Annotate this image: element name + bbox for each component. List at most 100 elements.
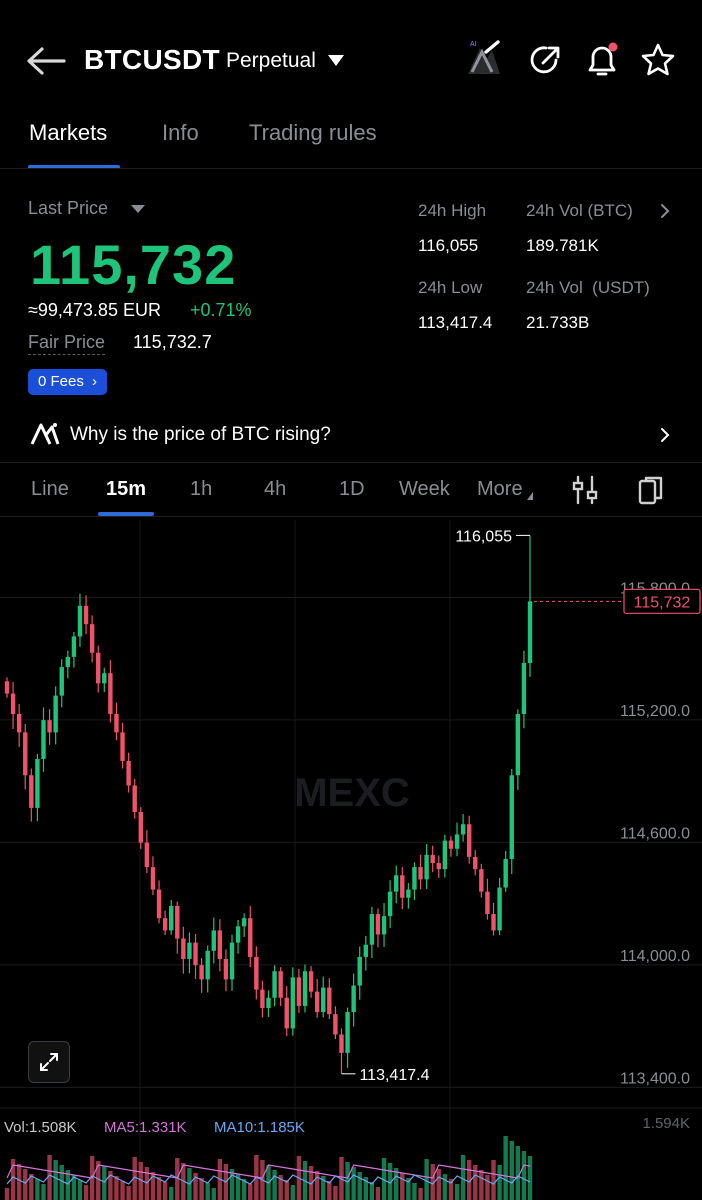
volume-bar xyxy=(59,1165,64,1200)
fees-label: 0 Fees xyxy=(38,373,84,390)
volume-bar xyxy=(120,1181,125,1200)
high-marker-label: 116,055 xyxy=(455,528,512,545)
interval-15m[interactable]: 15m xyxy=(106,478,146,501)
header: BTCUSDT Perpetual AI xyxy=(0,0,702,110)
candle xyxy=(375,914,381,935)
volume-bar xyxy=(205,1183,210,1200)
tab-trading-rules[interactable]: Trading rules xyxy=(249,120,377,146)
volume-bar xyxy=(96,1161,101,1200)
chevron-down-icon[interactable] xyxy=(328,55,344,66)
candle xyxy=(357,956,362,986)
chevron-right-icon[interactable] xyxy=(658,202,672,220)
candlestick-chart[interactable]: 115,800.0115,200.0114,600.0114,000.0113,… xyxy=(0,516,702,1200)
candle xyxy=(351,985,356,1013)
pair-title[interactable]: BTCUSDT xyxy=(84,44,220,76)
notification-bell-icon[interactable] xyxy=(582,40,622,80)
chevron-right-icon: › xyxy=(92,373,98,390)
insight-text: Why is the price of BTC rising? xyxy=(70,424,331,445)
ma10-label: MA10:1.185K xyxy=(214,1119,305,1136)
candle xyxy=(175,905,180,939)
candle xyxy=(223,958,229,980)
interval-more[interactable]: More xyxy=(477,478,523,501)
candle xyxy=(290,977,296,1029)
candle xyxy=(71,636,77,657)
candle xyxy=(96,652,101,684)
candle xyxy=(430,854,435,864)
volume-bar xyxy=(126,1186,131,1200)
candle xyxy=(394,875,399,892)
interval-line[interactable]: Line xyxy=(31,478,69,501)
y-tick-label: 114,000.0 xyxy=(620,948,690,965)
volume-bar xyxy=(442,1174,448,1200)
tab-info[interactable]: Info xyxy=(162,120,199,146)
candle xyxy=(448,840,454,849)
interval-week[interactable]: Week xyxy=(399,478,450,501)
back-arrow-icon[interactable] xyxy=(24,44,66,78)
volume-bar xyxy=(314,1171,320,1200)
contract-type[interactable]: Perpetual xyxy=(226,49,316,73)
volume-bar xyxy=(41,1184,46,1200)
orientation-toggle-icon[interactable] xyxy=(636,474,666,506)
candle xyxy=(132,785,137,812)
candle xyxy=(162,918,168,931)
volume-bar xyxy=(16,1164,22,1200)
volume-bar xyxy=(491,1160,496,1200)
candle xyxy=(345,1012,350,1053)
price-change: +0.71% xyxy=(190,300,252,320)
zero-fees-button[interactable]: 0 Fees › xyxy=(28,369,108,395)
volume-bar xyxy=(351,1167,356,1200)
candle xyxy=(333,1014,338,1035)
candle xyxy=(479,869,484,892)
volume-bar xyxy=(83,1185,89,1200)
price-insight-banner[interactable]: Why is the price of BTC rising? xyxy=(0,412,702,458)
candle xyxy=(4,681,10,694)
volume-bar xyxy=(357,1172,362,1200)
ai-assistant-icon[interactable]: AI xyxy=(462,38,504,80)
candle xyxy=(272,971,277,998)
candle xyxy=(314,991,320,1013)
candle xyxy=(248,918,253,957)
expand-chart-button[interactable] xyxy=(28,1041,70,1083)
candle xyxy=(53,695,58,733)
chevron-right-icon xyxy=(661,428,670,442)
y-tick-label: 115,200.0 xyxy=(620,703,690,720)
share-icon[interactable] xyxy=(526,40,566,80)
fair-price-label[interactable]: Fair Price xyxy=(28,332,106,355)
expand-icon xyxy=(40,1053,58,1071)
fair-price-value: 115,732.7 xyxy=(133,332,212,352)
indicator-settings-icon[interactable] xyxy=(570,474,600,506)
interval-1h[interactable]: 1h xyxy=(190,478,212,501)
candle xyxy=(114,714,119,733)
interval-4h[interactable]: 4h xyxy=(264,478,286,501)
tab-markets[interactable]: Markets xyxy=(29,120,107,146)
volume-bar xyxy=(424,1159,429,1200)
candle xyxy=(102,673,107,684)
candle xyxy=(29,775,34,808)
candle xyxy=(491,914,496,931)
volume-bar xyxy=(436,1169,441,1200)
volume-bar xyxy=(333,1186,338,1200)
24h-vol-usdt-value: 21.733B xyxy=(526,313,590,332)
svg-text:AI: AI xyxy=(470,41,477,48)
favorite-star-icon[interactable] xyxy=(638,40,678,80)
candle xyxy=(205,950,210,980)
chevron-down-icon[interactable] xyxy=(131,205,145,213)
candle xyxy=(229,942,235,980)
volume-bar xyxy=(290,1185,296,1200)
last-price-label[interactable]: Last Price xyxy=(28,198,108,219)
interval-1d[interactable]: 1D xyxy=(339,478,365,501)
divider xyxy=(0,462,702,463)
candle xyxy=(254,956,259,990)
candle xyxy=(199,965,204,980)
ai-insight-icon xyxy=(30,423,60,445)
candle xyxy=(485,891,490,915)
candle xyxy=(10,693,16,715)
candle xyxy=(296,977,302,1006)
candle xyxy=(387,891,393,917)
volume-bar xyxy=(460,1155,466,1200)
candle xyxy=(308,971,314,992)
volume-bar xyxy=(454,1184,460,1200)
volume-bar xyxy=(527,1156,533,1200)
candle xyxy=(41,720,46,759)
candle xyxy=(302,971,308,1006)
